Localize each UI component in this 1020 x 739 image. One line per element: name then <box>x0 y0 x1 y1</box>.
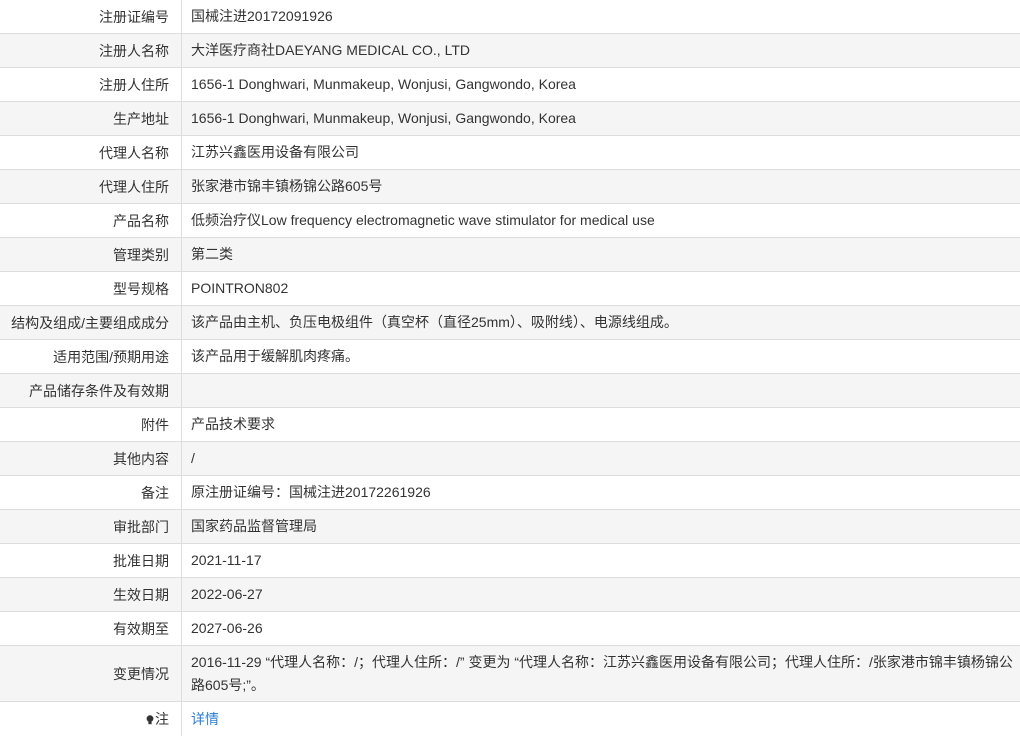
field-value: 江苏兴鑫医用设备有限公司 <box>181 135 1020 170</box>
field-value: 2027-06-26 <box>181 611 1020 646</box>
table-row: 结构及组成/主要组成成分 该产品由主机、负压电极组件（真空杯（直径25mm）、吸… <box>0 305 1020 340</box>
table-row: 管理类别 第二类 <box>0 237 1020 272</box>
table-row: 生效日期 2022-06-27 <box>0 577 1020 612</box>
field-value: 第二类 <box>181 237 1020 272</box>
field-value: 原注册证编号：国械注进20172261926 <box>181 475 1020 510</box>
table-row: 生产地址 1656-1 Donghwari, Munmakeup, Wonjus… <box>0 101 1020 136</box>
field-value: 1656-1 Donghwari, Munmakeup, Wonjusi, Ga… <box>181 67 1020 102</box>
table-row: 有效期至 2027-06-26 <box>0 611 1020 646</box>
table-row: 附件 产品技术要求 <box>0 407 1020 442</box>
table-row: 备注 原注册证编号：国械注进20172261926 <box>0 475 1020 510</box>
field-value: POINTRON802 <box>181 271 1020 306</box>
field-label: 其他内容 <box>0 441 182 476</box>
lightbulb-icon <box>146 715 154 725</box>
field-value: 1656-1 Donghwari, Munmakeup, Wonjusi, Ga… <box>181 101 1020 136</box>
table-row: 批准日期 2021-11-17 <box>0 543 1020 578</box>
field-label: 注册人名称 <box>0 33 182 68</box>
field-value: / <box>181 441 1020 476</box>
table-row: 注册人名称 大洋医疗商社DAEYANG MEDICAL CO., LTD <box>0 33 1020 68</box>
details-link[interactable]: 详情 <box>191 711 219 727</box>
field-label: 有效期至 <box>0 611 182 646</box>
table-row: 注册人住所 1656-1 Donghwari, Munmakeup, Wonju… <box>0 67 1020 102</box>
field-value: 张家港市锦丰镇杨锦公路605号 <box>181 169 1020 204</box>
field-value <box>181 373 1020 408</box>
field-label: 备注 <box>0 475 182 510</box>
field-value: 国械注进20172091926 <box>181 0 1020 34</box>
table-row: 产品名称 低频治疗仪Low frequency electromagnetic … <box>0 203 1020 238</box>
table-row: 型号规格 POINTRON802 <box>0 271 1020 306</box>
field-label: 代理人名称 <box>0 135 182 170</box>
field-label: 注册证编号 <box>0 0 182 34</box>
note-row: 注 详情 <box>0 701 1020 737</box>
field-label: 产品名称 <box>0 203 182 238</box>
table-row: 变更情况 2016-11-29 “代理人名称：/；代理人住所：/” 变更为 “代… <box>0 645 1020 702</box>
note-value: 详情 <box>182 702 1020 737</box>
field-label: 管理类别 <box>0 237 182 272</box>
field-label: 生产地址 <box>0 101 182 136</box>
table-row: 适用范围/预期用途 该产品用于缓解肌肉疼痛。 <box>0 339 1020 374</box>
field-value: 该产品由主机、负压电极组件（真空杯（直径25mm）、吸附线）、电源线组成。 <box>181 305 1020 340</box>
field-label: 附件 <box>0 407 182 442</box>
field-label: 变更情况 <box>0 645 182 702</box>
note-label-cell: 注 <box>0 701 182 736</box>
field-value: 该产品用于缓解肌肉疼痛。 <box>181 339 1020 374</box>
field-value: 大洋医疗商社DAEYANG MEDICAL CO., LTD <box>181 33 1020 68</box>
field-label: 批准日期 <box>0 543 182 578</box>
note-label: 注 <box>155 711 169 727</box>
field-value: 低频治疗仪Low frequency electromagnetic wave … <box>181 203 1020 238</box>
table-row: 产品储存条件及有效期 <box>0 373 1020 408</box>
field-value: 2022-06-27 <box>181 577 1020 612</box>
field-label: 注册人住所 <box>0 67 182 102</box>
field-label: 产品储存条件及有效期 <box>0 373 182 408</box>
table-row: 注册证编号 国械注进20172091926 <box>0 0 1020 34</box>
field-value: 产品技术要求 <box>181 407 1020 442</box>
field-label: 生效日期 <box>0 577 182 612</box>
table-row: 其他内容 / <box>0 441 1020 476</box>
field-value: 国家药品监督管理局 <box>181 509 1020 544</box>
field-label: 型号规格 <box>0 271 182 306</box>
field-label: 审批部门 <box>0 509 182 544</box>
table-row: 代理人名称 江苏兴鑫医用设备有限公司 <box>0 135 1020 170</box>
registration-detail-table: 注册证编号 国械注进20172091926 注册人名称 大洋医疗商社DAEYAN… <box>0 0 1020 736</box>
table-row: 代理人住所 张家港市锦丰镇杨锦公路605号 <box>0 169 1020 204</box>
field-label: 适用范围/预期用途 <box>0 339 182 374</box>
field-label: 代理人住所 <box>0 169 182 204</box>
field-value: 2021-11-17 <box>181 543 1020 578</box>
table-row: 审批部门 国家药品监督管理局 <box>0 509 1020 544</box>
field-value: 2016-11-29 “代理人名称：/；代理人住所：/” 变更为 “代理人名称：… <box>181 645 1020 702</box>
field-label: 结构及组成/主要组成成分 <box>0 305 182 340</box>
